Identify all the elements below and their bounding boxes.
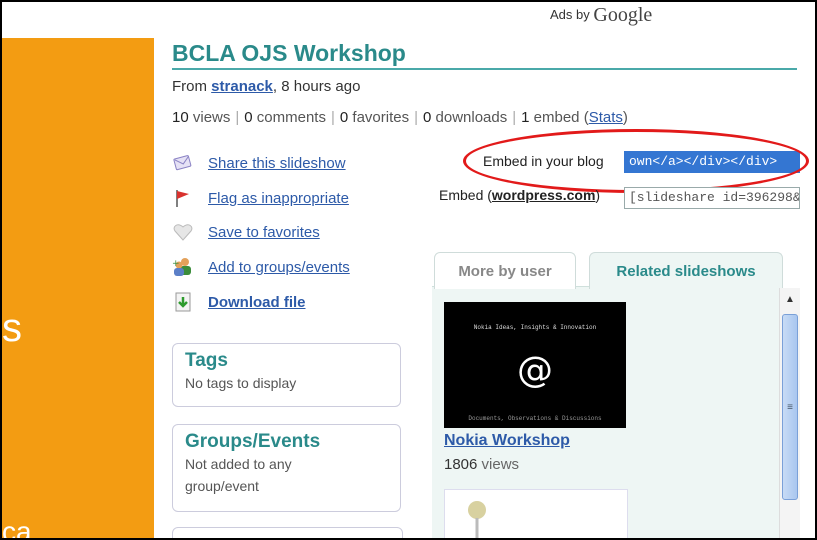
embed-wp-suffix: ) bbox=[595, 187, 601, 203]
related-slide-views: 1806 views bbox=[444, 456, 519, 473]
comments-label: comments bbox=[252, 109, 326, 126]
separator: | bbox=[235, 109, 240, 126]
embed-label: embed bbox=[529, 109, 584, 126]
download-action[interactable]: Download file bbox=[172, 291, 306, 313]
tags-heading: Tags bbox=[185, 350, 228, 371]
next-box bbox=[172, 527, 403, 538]
related-thumbnail[interactable]: Nokia Ideas, Insights & Innovation @ Doc… bbox=[444, 302, 626, 428]
add-groups-action[interactable]: + Add to groups/events bbox=[172, 256, 350, 278]
embed-wp-label: Embed (wordpress.com) bbox=[439, 187, 600, 203]
download-icon bbox=[172, 291, 194, 313]
tab-related-slideshows[interactable]: Related slideshows bbox=[589, 252, 783, 289]
groups-heading: Groups/Events bbox=[185, 431, 321, 452]
thumb-at-symbol: @ bbox=[517, 350, 553, 391]
thumb-title-text: Nokia Ideas, Insights & Innovation bbox=[473, 324, 597, 331]
related-views-count: 1806 bbox=[444, 456, 478, 473]
highlight-oval bbox=[463, 129, 809, 193]
title-divider bbox=[172, 68, 797, 70]
scroll-thumb[interactable]: ≡ bbox=[782, 314, 798, 500]
flag-action[interactable]: Flag as inappropriate bbox=[172, 187, 349, 209]
from-prefix: From bbox=[172, 78, 212, 95]
svg-text:+: + bbox=[172, 259, 180, 269]
comments-count: 0 bbox=[244, 109, 253, 126]
author-link[interactable]: stranack bbox=[211, 78, 273, 95]
favorites-label: favorites bbox=[348, 109, 410, 126]
thumb-footer-text: Documents, Observations & Discussions bbox=[468, 415, 602, 422]
embed-wp-input[interactable]: [slideshare id=396298& bbox=[624, 187, 800, 209]
favorites-count: 0 bbox=[339, 109, 349, 126]
stats-line: 10 views | 0 comments | 0 favorites | 0 downlo… bbox=[172, 109, 628, 126]
heart-icon bbox=[172, 221, 194, 243]
embed-wp-prefix: Embed ( bbox=[439, 187, 492, 203]
related-slide-title[interactable]: Nokia Workshop bbox=[444, 432, 570, 450]
group-add-icon: + bbox=[172, 256, 194, 278]
slide-preview-text: s bbox=[2, 306, 22, 350]
tags-box: Tags No tags to display bbox=[172, 343, 401, 407]
share-link[interactable]: Share this slideshow bbox=[208, 155, 346, 172]
downloads-label: downloads bbox=[431, 109, 508, 126]
upload-time: , 8 hours ago bbox=[272, 78, 361, 95]
browser-frame: s ca Ads by Google BCLA OJS Workshop Fro… bbox=[0, 0, 817, 540]
ads-by-google[interactable]: Ads by Google bbox=[550, 2, 653, 26]
save-action[interactable]: Save to favorites bbox=[172, 221, 320, 243]
groups-box: Groups/Events Not added to any group/eve… bbox=[172, 424, 401, 512]
slide-preview-text-bottom: ca bbox=[2, 516, 32, 538]
author-line: From stranack, 8 hours ago bbox=[172, 78, 360, 95]
scroll-up-arrow-icon[interactable]: ▲ bbox=[780, 290, 800, 308]
save-link[interactable]: Save to favorites bbox=[208, 224, 320, 241]
groups-text: Not added to any group/event bbox=[185, 456, 292, 494]
download-link[interactable]: Download file bbox=[208, 294, 306, 311]
separator: | bbox=[512, 109, 517, 126]
share-action[interactable]: Share this slideshow bbox=[172, 152, 346, 174]
related-scrollbar[interactable]: ▲ ≡ bbox=[779, 288, 800, 538]
separator: | bbox=[330, 109, 335, 126]
flag-link[interactable]: Flag as inappropriate bbox=[208, 190, 349, 207]
views-label: views bbox=[188, 109, 231, 126]
left-slide-preview: s ca bbox=[2, 38, 154, 538]
related-thumbnail-2[interactable] bbox=[444, 489, 628, 538]
separator: | bbox=[414, 109, 418, 126]
related-views-label: views bbox=[477, 456, 520, 473]
page-title: BCLA OJS Workshop bbox=[172, 40, 406, 66]
add-groups-link[interactable]: Add to groups/events bbox=[208, 259, 350, 276]
stats-link[interactable]: Stats bbox=[589, 109, 623, 126]
share-icon bbox=[172, 152, 194, 174]
wordpress-link[interactable]: wordpress.com bbox=[492, 187, 595, 203]
tab-more-by-user[interactable]: More by user bbox=[434, 252, 576, 289]
pin-icon bbox=[468, 501, 486, 538]
tags-text: No tags to display bbox=[185, 375, 297, 391]
google-logo: Google bbox=[593, 4, 653, 26]
ads-prefix: Ads by bbox=[550, 7, 590, 22]
flag-icon bbox=[172, 187, 194, 209]
views-count: 10 bbox=[172, 109, 189, 126]
